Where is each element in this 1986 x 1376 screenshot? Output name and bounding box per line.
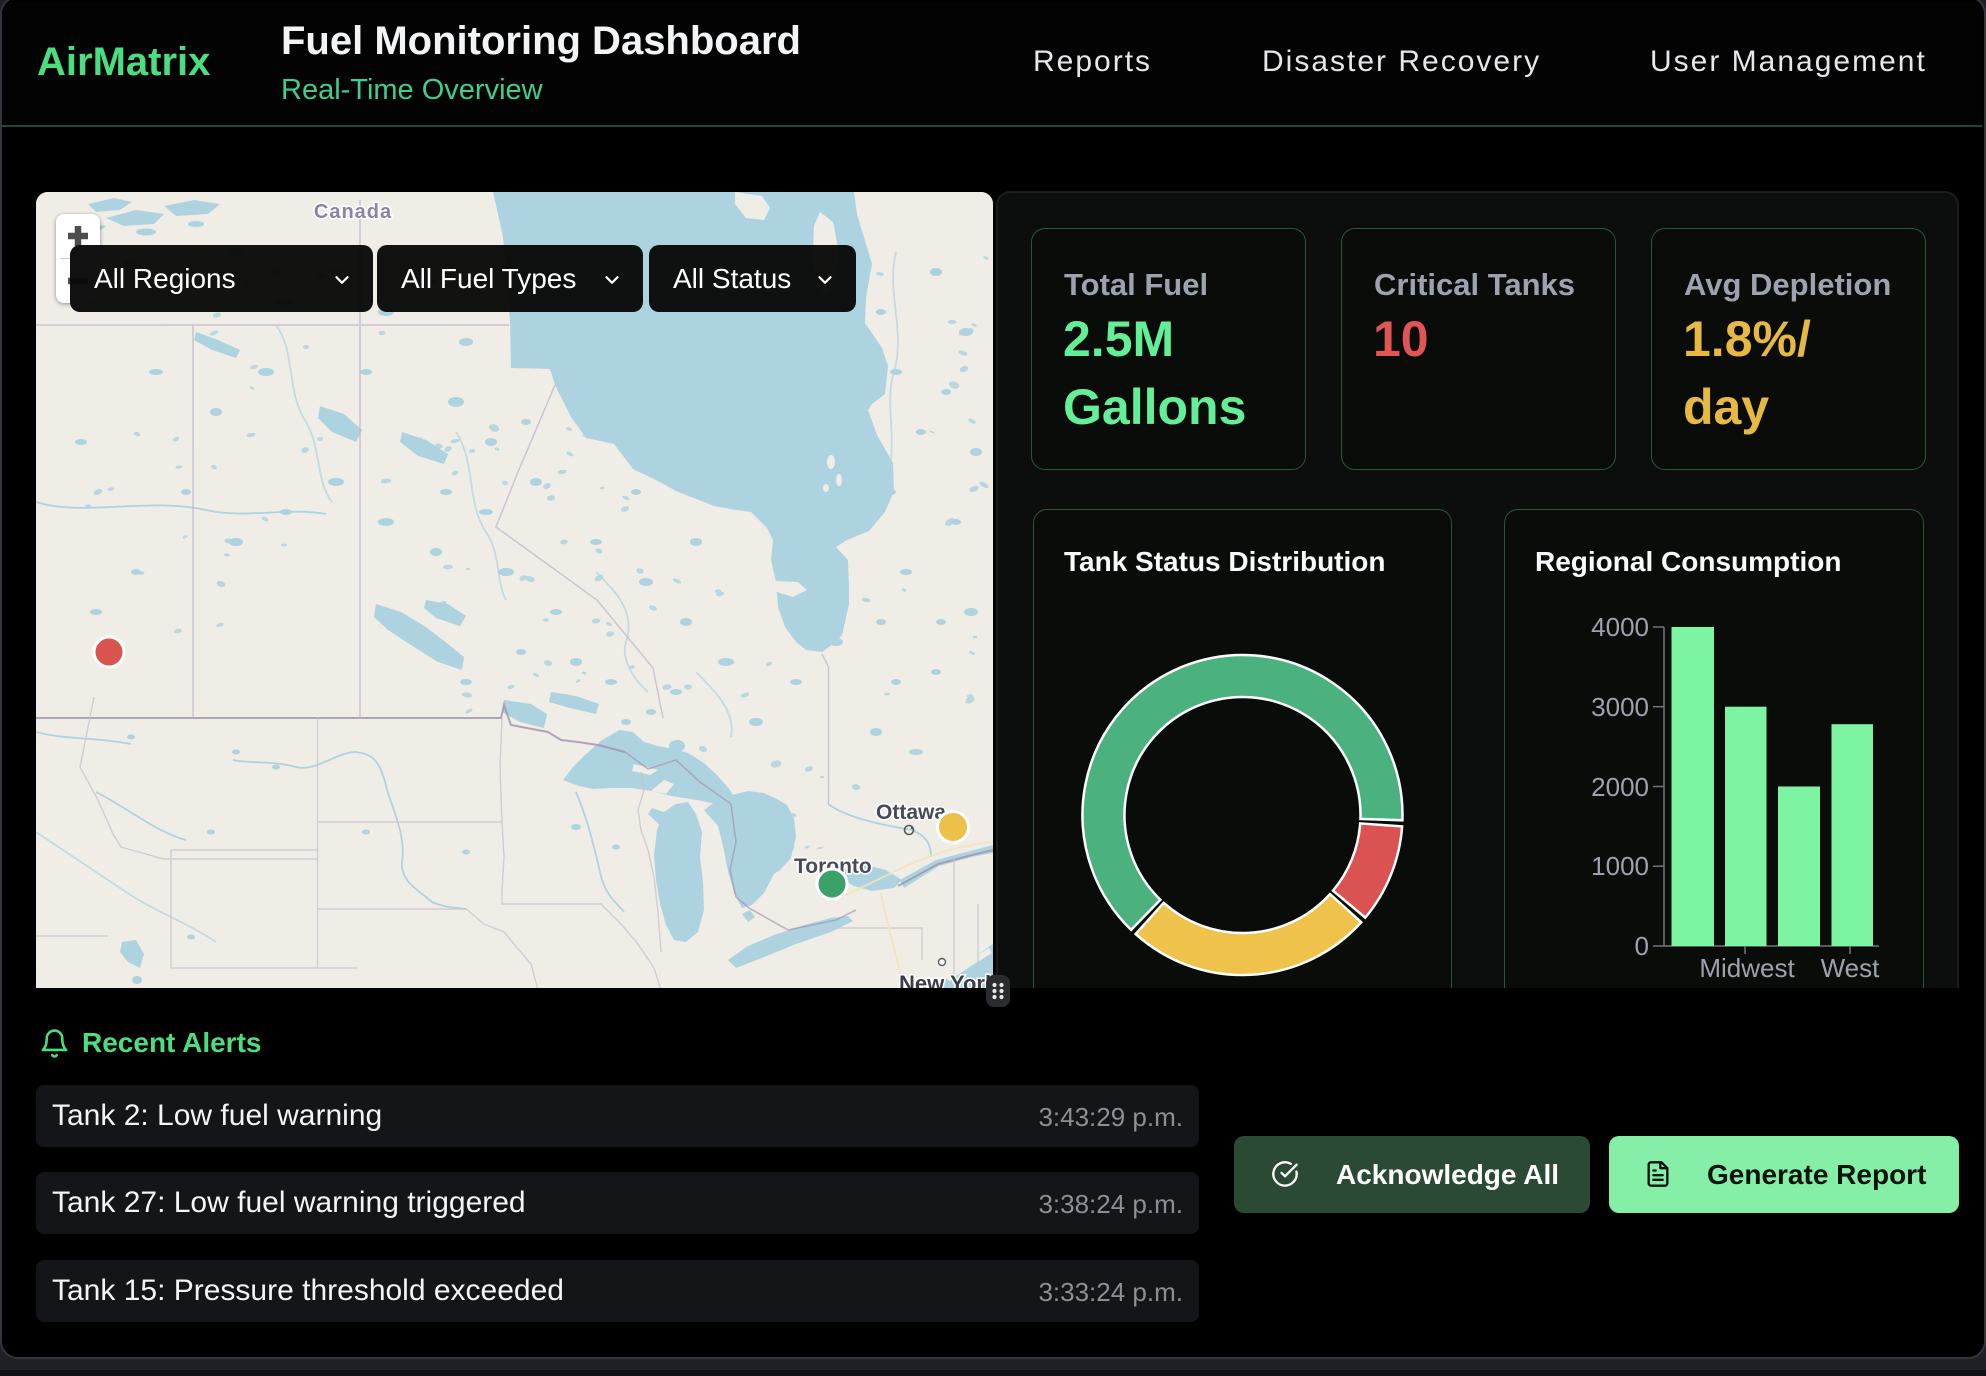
svg-text:Ottawa: Ottawa (876, 801, 946, 824)
svg-text:Canada: Canada (314, 201, 392, 223)
svg-text:Midwest: Midwest (1699, 953, 1795, 983)
svg-text:West: West (1821, 953, 1881, 983)
svg-text:1000: 1000 (1591, 851, 1649, 881)
svg-text:4000: 4000 (1591, 612, 1649, 642)
svg-text:0: 0 (1635, 931, 1649, 961)
svg-text:2000: 2000 (1591, 772, 1649, 802)
svg-text:3000: 3000 (1591, 692, 1649, 722)
